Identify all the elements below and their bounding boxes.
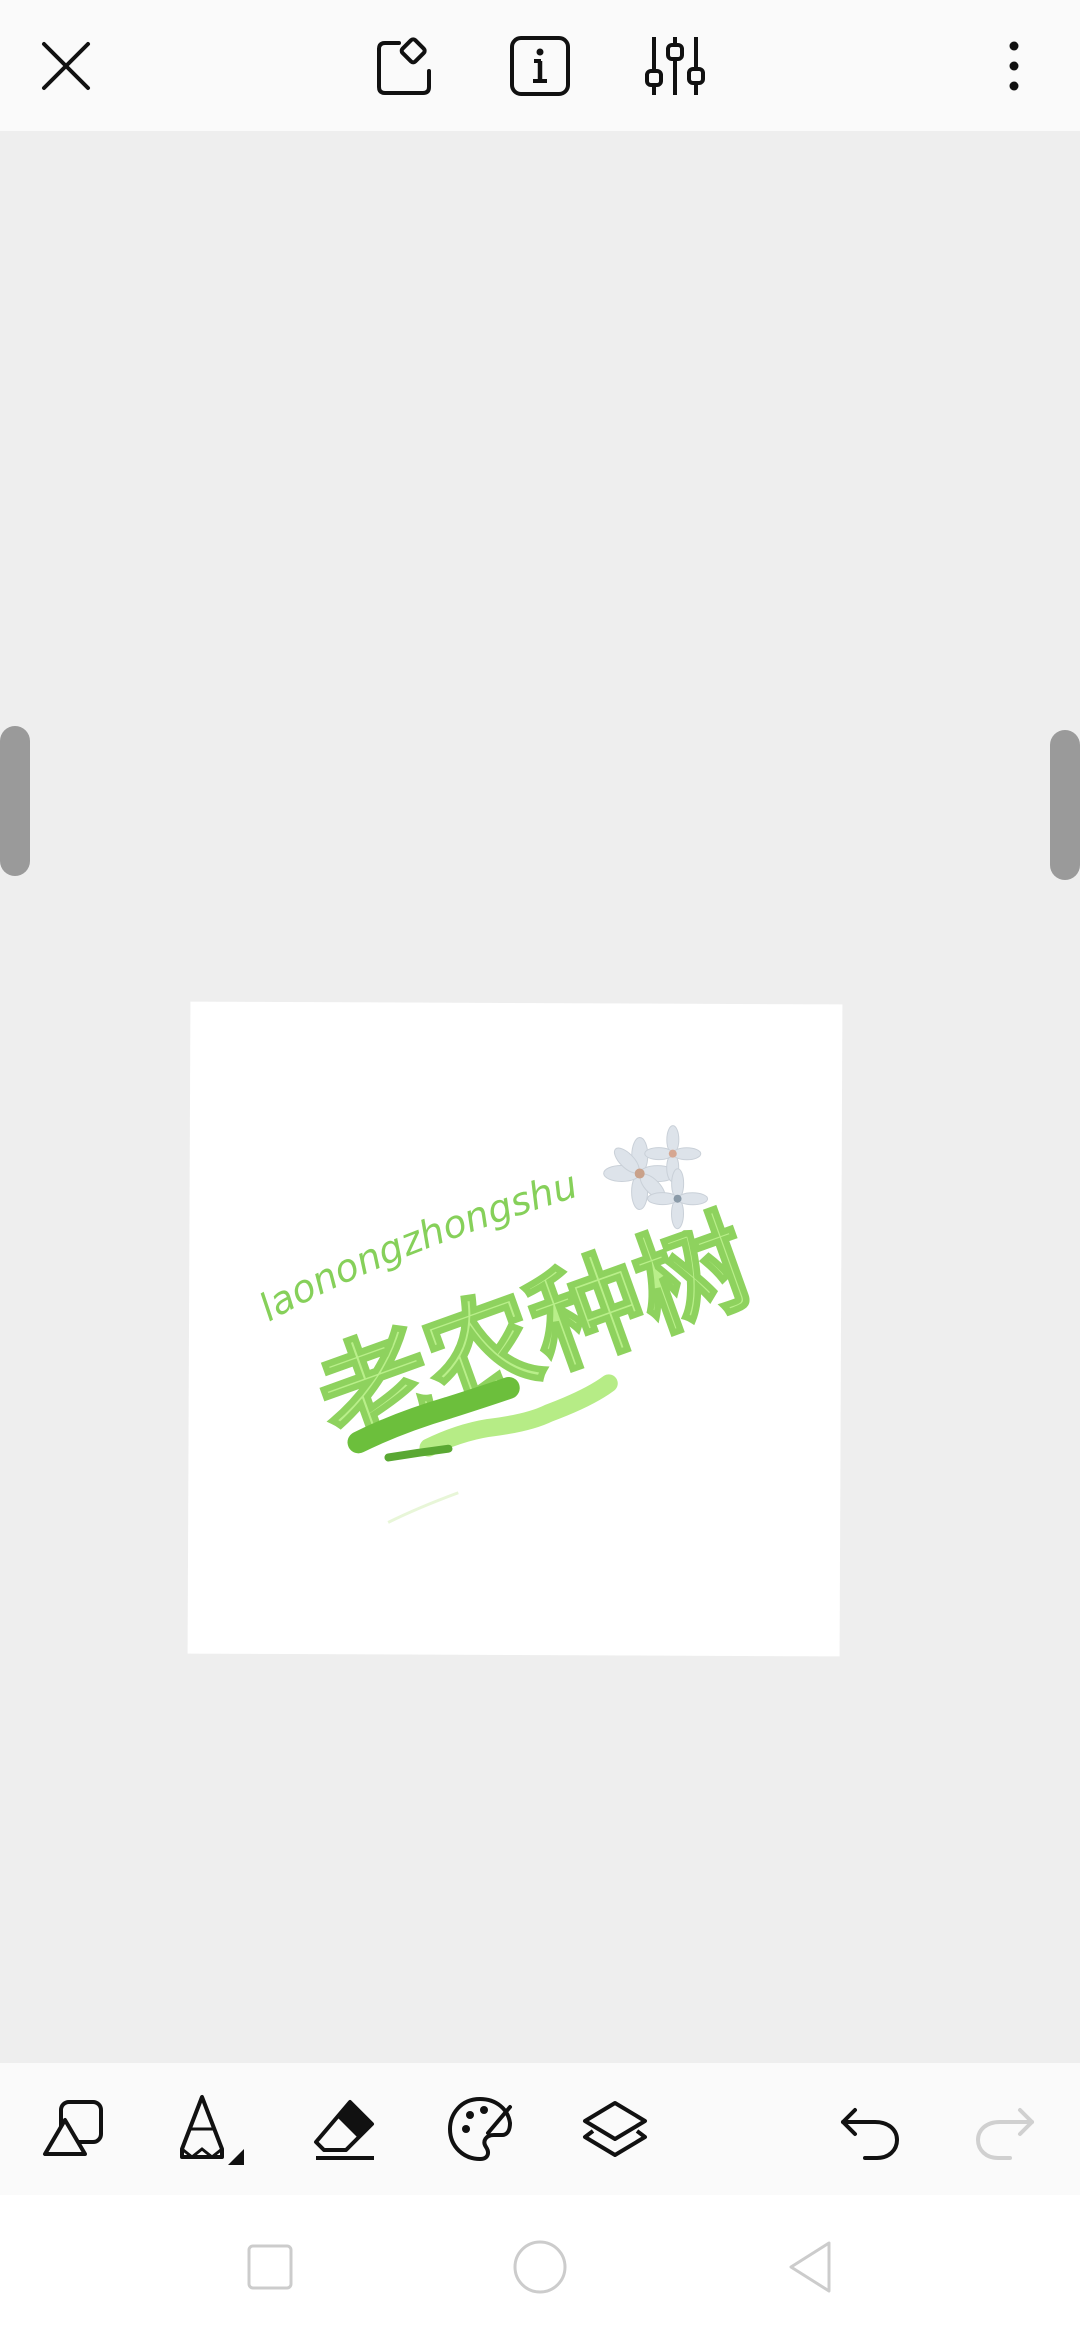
- layers-button[interactable]: [565, 2079, 665, 2179]
- undo-button[interactable]: [820, 2079, 920, 2179]
- close-button[interactable]: [16, 16, 116, 116]
- adjust-button[interactable]: [625, 16, 725, 116]
- right-panel-handle[interactable]: [1050, 730, 1080, 880]
- more-options-button[interactable]: [964, 16, 1064, 116]
- palette-button[interactable]: [430, 2079, 530, 2179]
- top-toolbar: [0, 0, 1080, 131]
- layers-icon: [583, 2101, 647, 2157]
- recents-button[interactable]: [210, 2207, 330, 2327]
- palette-icon: [447, 2096, 513, 2162]
- home-button[interactable]: [480, 2207, 600, 2327]
- redo-icon: [975, 2108, 1034, 2160]
- circle-icon: [513, 2240, 567, 2294]
- selection-tool-icon: [377, 37, 431, 95]
- eraser-tool-button[interactable]: [295, 2079, 395, 2179]
- system-navigation-bar: [0, 2195, 1080, 2340]
- pencil-icon: [180, 2095, 244, 2165]
- redo-button[interactable]: [955, 2079, 1055, 2179]
- close-icon: [42, 42, 90, 90]
- triangle-back-icon: [789, 2241, 831, 2293]
- back-button[interactable]: [750, 2207, 870, 2327]
- undo-icon: [841, 2108, 900, 2160]
- eraser-icon: [314, 2100, 374, 2160]
- pencil-tool-button[interactable]: [160, 2079, 260, 2179]
- artwork-illustration: laonongzhongshu 老农种树: [251, 1125, 769, 1524]
- info-button[interactable]: [490, 16, 590, 116]
- bottom-toolbar: [0, 2063, 1080, 2195]
- square-icon: [247, 2244, 293, 2290]
- artboard[interactable]: laonongzhongshu 老农种树: [187, 1001, 843, 1657]
- info-icon: [510, 36, 570, 96]
- shapes-icon: [43, 2100, 103, 2156]
- shapes-tool-button[interactable]: [24, 2079, 124, 2179]
- more-vertical-icon: [1009, 41, 1019, 91]
- sliders-icon: [645, 37, 705, 95]
- left-panel-handle[interactable]: [0, 726, 30, 876]
- selection-tool-button[interactable]: [354, 16, 454, 116]
